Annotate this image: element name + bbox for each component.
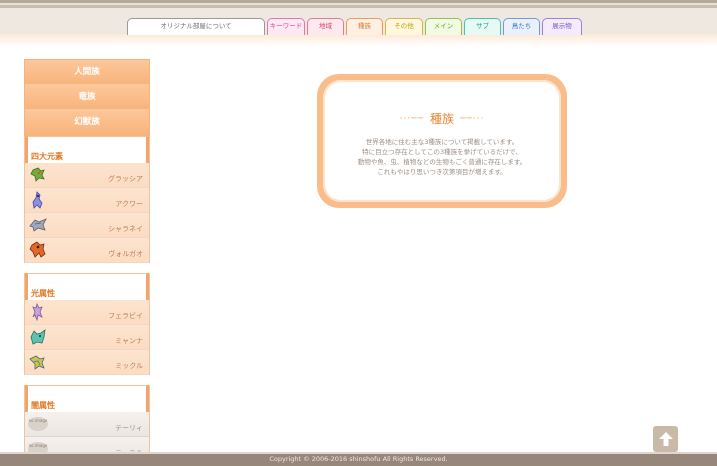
description-line: 動物や魚、虫、植物などの生物もごく普通に存在します。 [357, 158, 527, 166]
copyright-text: Copyright © 2006-2016 shinshofu All Righ… [269, 455, 448, 463]
nav-tabs: オリジナル部屋について キーワード 地域 種族 その他 メイン サブ 鳥たち 展… [127, 18, 582, 35]
tab-region[interactable]: 地域 [307, 18, 344, 35]
description-line: 特に目立つ存在としてこの3種族を挙げているだけで、 [362, 148, 522, 156]
sidebar-item-dragon[interactable]: 竜族 [25, 85, 149, 110]
gray-bird-icon [29, 218, 47, 232]
teal-cat-icon [30, 329, 46, 345]
arrow-up-icon [658, 432, 673, 446]
page-description: 世界各地に住む主な3種族について掲載しています。 特に目立つ存在としてこの3種族… [323, 137, 561, 177]
sidebar: 人間族 竜族 幻獣族 四大元素 グラッシア アクワー シャラネイ ヴォルガオ 光… [24, 59, 150, 462]
list-item[interactable]: フェラビイ [25, 300, 149, 325]
item-label: テーリィ [115, 424, 143, 432]
tab-sub[interactable]: サブ [464, 18, 501, 35]
list-item[interactable]: ヴォルガオ [25, 238, 149, 263]
race-menu: 人間族 竜族 幻獣族 [24, 59, 150, 136]
no-image-icon: no image [28, 417, 48, 431]
group-title: 闇属性 [25, 385, 149, 412]
back-to-top-button[interactable] [653, 426, 678, 452]
list-item[interactable]: シャラネイ [25, 213, 149, 238]
tab-exhibits[interactable]: 展示物 [542, 18, 582, 35]
species-card-inner: ···── 種族 ──··· 世界各地に住む主な3種族について掲載しています。 … [323, 80, 561, 202]
item-label: アクワー [115, 200, 143, 208]
group-gap [24, 263, 150, 273]
group-title: 四大元素 [25, 136, 149, 163]
group-light: 光属性 フェラビイ ミャンナ ミックル [24, 273, 150, 375]
tab-about[interactable]: オリジナル部屋について [127, 18, 265, 35]
tab-main[interactable]: メイン [425, 18, 462, 35]
blue-creature-icon [32, 191, 43, 209]
list-item[interactable]: アクワー [25, 188, 149, 213]
violet-fairy-icon [32, 303, 43, 321]
tab-keyword[interactable]: キーワード [267, 18, 305, 35]
yellow-bird-icon [29, 355, 45, 370]
page-title: 種族 [429, 112, 454, 126]
list-item[interactable]: no image テーリィ [25, 412, 149, 437]
item-label: ミックル [115, 362, 143, 370]
item-label: ミャンナ [115, 337, 143, 345]
green-creature-icon [30, 167, 45, 182]
group-gap [24, 375, 150, 385]
red-beast-icon [29, 241, 46, 258]
species-card: ···── 種族 ──··· 世界各地に住む主な3種族について掲載しています。 … [317, 74, 567, 208]
group-title: 光属性 [25, 273, 149, 300]
tab-species[interactable]: 種族 [346, 18, 383, 35]
item-label: シャラネイ [108, 225, 143, 233]
item-label: ヴォルガオ [108, 250, 143, 258]
sidebar-item-phantom-beast[interactable]: 幻獣族 [25, 110, 149, 135]
tab-birds[interactable]: 鳥たち [503, 18, 540, 35]
page-title-row: ···── 種族 ──··· [323, 110, 561, 127]
footer: Copyright © 2006-2016 shinshofu All Righ… [0, 452, 717, 466]
title-decoration-left: ···── [399, 113, 424, 124]
top-bar-strip [0, 34, 717, 46]
list-item[interactable]: ミャンナ [25, 325, 149, 350]
list-item[interactable]: グラッシア [25, 163, 149, 188]
group-four-elements: 四大元素 グラッシア アクワー シャラネイ ヴォルガオ [24, 136, 150, 263]
title-decoration-right: ──··· [460, 113, 485, 124]
list-item[interactable]: ミックル [25, 350, 149, 375]
item-label: グラッシア [108, 175, 143, 183]
group-dark: 闇属性 no image テーリィ no image テーニル [24, 385, 150, 462]
sidebar-item-human[interactable]: 人間族 [25, 60, 149, 85]
description-line: 世界各地に住む主な3種族について掲載しています。 [365, 138, 519, 146]
tab-other[interactable]: その他 [385, 18, 423, 35]
item-label: フェラビイ [108, 312, 143, 320]
description-line: これもやはり思いつき次第項目が増えます。 [377, 168, 507, 176]
